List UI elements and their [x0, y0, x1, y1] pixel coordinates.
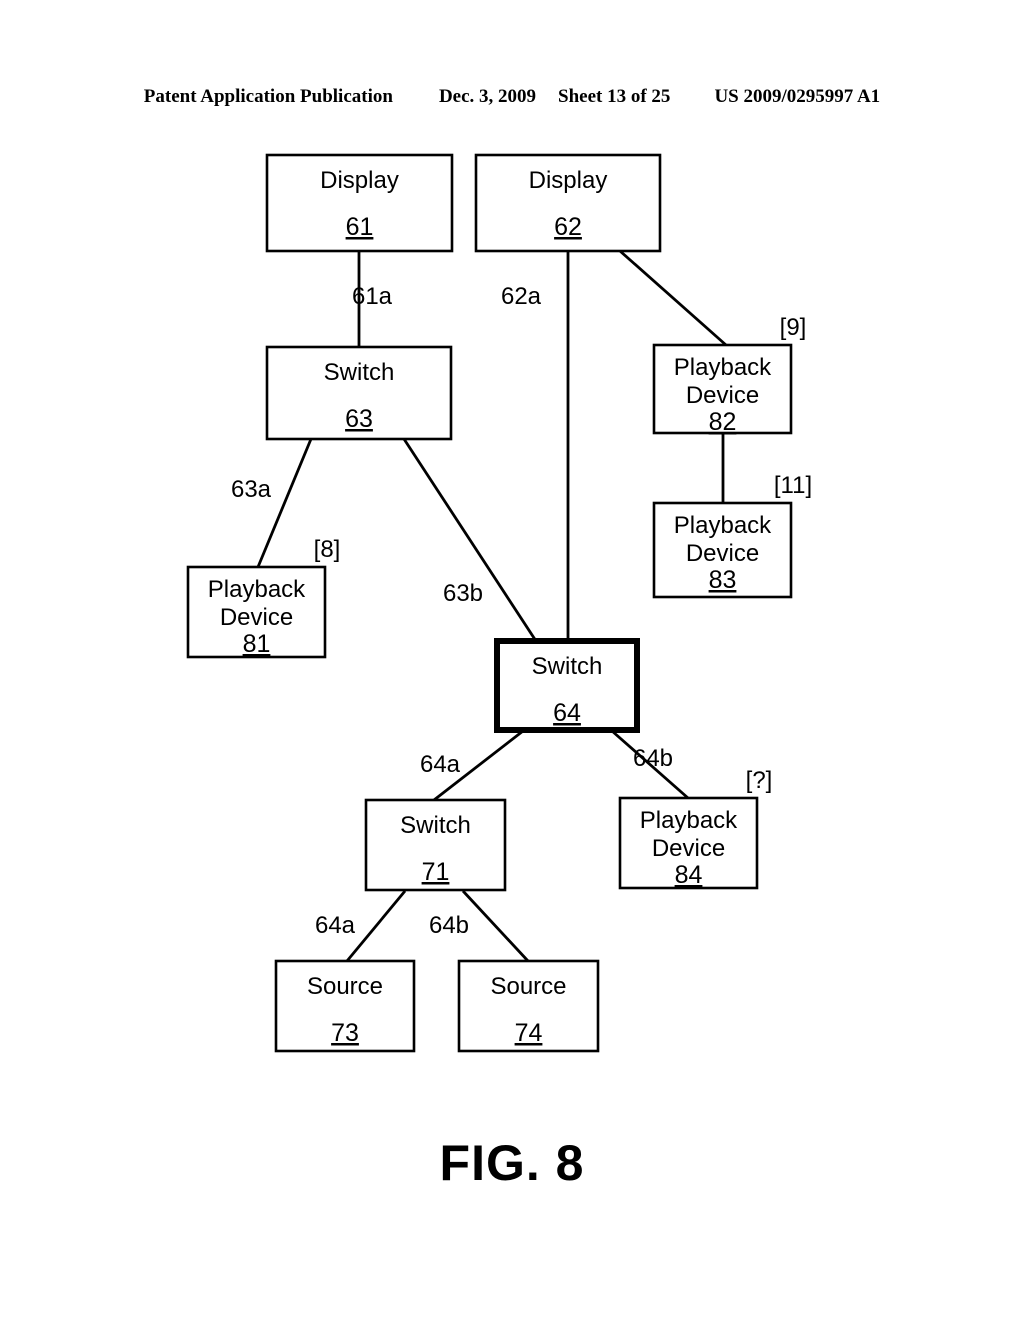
edge-label-e-63b: 63b [443, 580, 483, 607]
edge-label-e-63a: 63a [231, 476, 272, 503]
node-title-switch71: Switch [400, 812, 471, 839]
edge-label-e-71b: 64b [429, 912, 469, 939]
diagram-edge: 64a [315, 890, 407, 962]
edge-label-e-62a: 62a [501, 283, 542, 310]
node-badge-playback83: [11] [774, 472, 812, 499]
node-display61[interactable]: Display 61 [265, 153, 454, 253]
node-switch64[interactable]: Switch 64 [494, 638, 640, 733]
node-title-line2-playback82: Device [686, 382, 759, 409]
edge-line-e-63b [402, 438, 538, 642]
diagram-edge: 62a [501, 251, 570, 641]
node-switch63[interactable]: Switch 63 [265, 345, 453, 441]
edge-label-e-61a: 61a [352, 283, 393, 310]
node-title-switch64: Switch [532, 653, 603, 680]
node-title-source74: Source [490, 973, 566, 1000]
diagram-edge: 61a [352, 251, 393, 347]
node-source74[interactable]: Source 74 [457, 959, 600, 1053]
diagram-edge: 63a [231, 438, 313, 568]
node-ref-playback81: 81 [243, 630, 271, 658]
diagram-edge: 63b [402, 438, 538, 642]
node-ref-switch63: 63 [345, 405, 373, 433]
diagram-edge: 64a [420, 729, 524, 802]
node-ref-playback83: 83 [709, 566, 737, 594]
node-switch71[interactable]: Switch 71 [364, 798, 507, 892]
node-playback83[interactable]: PlaybackDevice83 [11] [652, 472, 812, 599]
node-playback84[interactable]: PlaybackDevice84 [?] [618, 767, 773, 890]
node-title-switch63: Switch [324, 359, 395, 386]
edge-label-e-64b: 64b [633, 745, 673, 772]
diagram-edge: 64b [611, 729, 689, 800]
figure-block-diagram: 61a 62a63a63b64a 64b64a 64b Display61Displa… [186, 153, 812, 1191]
node-title-line2-playback84: Device [652, 835, 725, 862]
node-title-line1-playback82: Playback [674, 354, 772, 381]
node-badge-playback81: [8] [314, 536, 341, 563]
node-ref-source74: 74 [515, 1019, 543, 1047]
node-title-line1-playback84: Playback [640, 807, 738, 834]
node-playback82[interactable]: PlaybackDevice82 [9] [652, 314, 807, 436]
node-badge-playback82: [9] [780, 314, 807, 341]
node-ref-switch71: 71 [422, 858, 450, 886]
node-title-line1-playback83: Playback [674, 512, 772, 539]
edge-line-e-62-82 [619, 249, 727, 347]
node-title-display61: Display [320, 167, 399, 194]
edge-line-e-71a [345, 890, 407, 962]
edge-line-e-71b [461, 890, 530, 962]
node-ref-display61: 61 [346, 213, 374, 241]
node-display62[interactable]: Display 62 [474, 153, 662, 253]
edge-label-e-71a: 64a [315, 912, 356, 939]
edge-line-e-63a [256, 438, 313, 568]
node-title-line1-playback81: Playback [208, 576, 306, 603]
node-source73[interactable]: Source 73 [274, 959, 416, 1053]
diagram-edge: 64b [429, 890, 530, 962]
node-title-display62: Display [529, 167, 608, 194]
diagram-edge [619, 249, 727, 347]
node-title-line2-playback83: Device [686, 540, 759, 567]
figure-caption: FIG. 8 [440, 1135, 585, 1191]
node-ref-display62: 62 [554, 213, 582, 241]
node-title-line2-playback81: Device [220, 604, 293, 631]
node-ref-switch64: 64 [553, 699, 581, 727]
node-ref-playback82: 82 [709, 408, 737, 436]
node-ref-source73: 73 [331, 1019, 359, 1047]
node-badge-playback84: [?] [746, 767, 773, 794]
node-title-source73: Source [307, 973, 383, 1000]
node-ref-playback84: 84 [675, 861, 703, 889]
edge-label-e-64a: 64a [420, 751, 461, 778]
